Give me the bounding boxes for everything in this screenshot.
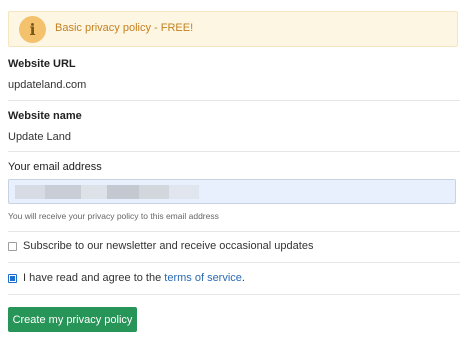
redacted-email-blur xyxy=(169,185,199,199)
redacted-email-blur xyxy=(107,185,139,199)
newsletter-label: Subscribe to our newsletter and receive … xyxy=(23,240,314,252)
info-icon: i xyxy=(19,16,46,43)
divider xyxy=(8,262,460,263)
redacted-email-blur xyxy=(45,185,81,199)
terms-checkbox[interactable] xyxy=(8,273,17,283)
info-banner: i Basic privacy policy - FREE! xyxy=(8,11,458,47)
email-hint: You will receive your privacy policy to … xyxy=(8,211,219,221)
terms-label-prefix: I have read and agree to the xyxy=(23,272,165,284)
email-field[interactable] xyxy=(8,179,456,204)
redacted-email-blur xyxy=(81,185,107,199)
divider xyxy=(8,151,460,152)
create-privacy-policy-button[interactable]: Create my privacy policy xyxy=(8,307,137,332)
divider xyxy=(8,294,460,295)
website-url-value: updateland.com xyxy=(8,79,87,91)
terms-label-suffix: . xyxy=(241,272,245,284)
newsletter-option[interactable]: Subscribe to our newsletter and receive … xyxy=(8,240,313,252)
newsletter-checkbox[interactable] xyxy=(8,241,17,251)
website-name-label: Website name xyxy=(8,110,82,122)
redacted-email-blur xyxy=(139,185,169,199)
website-url-label: Website URL xyxy=(8,58,76,70)
terms-of-service-link[interactable]: terms of service xyxy=(164,272,242,284)
redacted-email-blur xyxy=(15,185,45,199)
divider xyxy=(8,100,460,101)
divider xyxy=(8,231,460,232)
banner-text: Basic privacy policy - FREE! xyxy=(55,22,194,34)
email-label: Your email address xyxy=(8,161,102,173)
website-name-value: Update Land xyxy=(8,131,71,143)
terms-option[interactable]: I have read and agree to the terms of se… xyxy=(8,272,245,284)
terms-label: I have read and agree to the terms of se… xyxy=(23,272,245,284)
